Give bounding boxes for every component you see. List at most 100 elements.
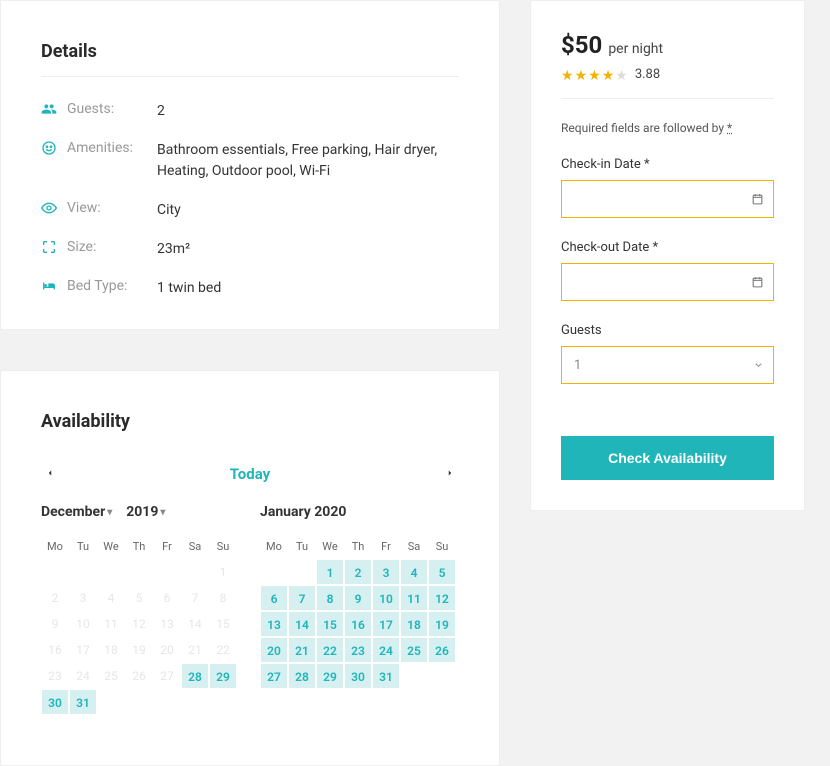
detail-row-amenities: Amenities: Bathroom essentials, Free par… <box>41 140 459 182</box>
detail-value: 2 <box>157 101 459 122</box>
per-night-label: per night <box>608 41 663 57</box>
calendar-date-available[interactable]: 14 <box>288 611 316 637</box>
calendar-date-disabled: 24 <box>69 663 97 689</box>
price: $50 <box>561 31 602 59</box>
dow-cell: Th <box>344 534 372 559</box>
calendar-date-disabled: 3 <box>69 585 97 611</box>
availability-title: Availability <box>41 411 459 432</box>
month-select[interactable]: December ▾ <box>41 504 112 520</box>
calendar-date-available[interactable]: 4 <box>400 559 428 585</box>
chevron-down-icon <box>753 360 764 371</box>
detail-row-bedtype: Bed Type: 1 twin bed <box>41 278 459 299</box>
calendar-date-disabled: 11 <box>97 611 125 637</box>
calendar-date-available[interactable]: 16 <box>344 611 372 637</box>
calendar-date-available[interactable]: 12 <box>428 585 456 611</box>
calendar-next-button[interactable] <box>441 462 459 486</box>
amenities-icon <box>41 140 61 156</box>
dow-cell: Fr <box>153 534 181 559</box>
year-select[interactable]: 2019 ▾ <box>126 504 165 520</box>
calendar-date-available[interactable]: 22 <box>316 637 344 663</box>
calendar-date-disabled: 20 <box>153 637 181 663</box>
calendar-date-disabled: 1 <box>209 559 237 585</box>
calendar-prev-button[interactable] <box>41 462 59 486</box>
calendar-date-disabled: 5 <box>125 585 153 611</box>
today-link[interactable]: Today <box>230 465 270 483</box>
calendar-date-available[interactable]: 10 <box>372 585 400 611</box>
calendar-date-available[interactable]: 2 <box>344 559 372 585</box>
dow-cell: Su <box>209 534 237 559</box>
dow-cell: Tu <box>69 534 97 559</box>
calendar-date-disabled: 18 <box>97 637 125 663</box>
calendar-date-disabled <box>69 559 97 585</box>
details-card: Details Guests: 2 Amenities: Bathroom es… <box>0 0 500 330</box>
required-note: Required fields are followed by * <box>561 121 774 135</box>
calendar-date-available[interactable]: 13 <box>260 611 288 637</box>
check-availability-button[interactable]: Check Availability <box>561 436 774 480</box>
dow-cell: Sa <box>400 534 428 559</box>
calendar-date-available[interactable]: 30 <box>41 689 69 715</box>
checkin-input[interactable] <box>561 180 774 218</box>
calendar-date-available[interactable]: 15 <box>316 611 344 637</box>
calendar-date-available[interactable]: 29 <box>316 663 344 689</box>
calendar-date-available[interactable]: 18 <box>400 611 428 637</box>
calendar-date-disabled <box>209 689 237 715</box>
dow-cell: We <box>97 534 125 559</box>
calendar-date-disabled: 8 <box>209 585 237 611</box>
calendar-date-available[interactable]: 30 <box>344 663 372 689</box>
calendar-date-available[interactable]: 9 <box>344 585 372 611</box>
checkin-label: Check-in Date * <box>561 157 774 172</box>
star-rating: ★★★★★ <box>561 65 629 84</box>
calendar-date <box>260 559 288 585</box>
calendar-date-disabled: 21 <box>181 637 209 663</box>
calendar-date-available[interactable]: 5 <box>428 559 456 585</box>
year-name: 2019 <box>126 504 158 520</box>
dow-cell: We <box>316 534 344 559</box>
calendar-date-available[interactable]: 3 <box>372 559 400 585</box>
calendar-date-disabled: 17 <box>69 637 97 663</box>
view-icon <box>41 200 61 216</box>
calendar-date-available[interactable]: 11 <box>400 585 428 611</box>
calendar-date-available[interactable]: 27 <box>260 663 288 689</box>
dow-cell: Mo <box>260 534 288 559</box>
calendar-date-disabled: 16 <box>41 637 69 663</box>
calendar-date-available[interactable]: 26 <box>428 637 456 663</box>
calendar-date-available[interactable]: 6 <box>260 585 288 611</box>
calendar-date-disabled: 12 <box>125 611 153 637</box>
checkout-input[interactable] <box>561 263 774 301</box>
calendar-date-available[interactable]: 28 <box>181 663 209 689</box>
guests-icon <box>41 101 61 117</box>
calendar-date-available[interactable]: 19 <box>428 611 456 637</box>
details-title: Details <box>41 41 459 62</box>
month-name: January 2020 <box>260 504 346 520</box>
calendar-date-disabled: 23 <box>41 663 69 689</box>
calendar-date-available[interactable]: 7 <box>288 585 316 611</box>
detail-label: Amenities: <box>67 140 157 156</box>
dow-cell: Fr <box>372 534 400 559</box>
calendar-date-available[interactable]: 23 <box>344 637 372 663</box>
guests-select[interactable]: 1 <box>561 346 774 384</box>
calendar-date-disabled <box>97 689 125 715</box>
availability-card: Availability Today December ▾ <box>0 370 500 766</box>
calendar-date-available[interactable]: 21 <box>288 637 316 663</box>
calendar-date-available[interactable]: 29 <box>209 663 237 689</box>
calendar-date-available[interactable]: 24 <box>372 637 400 663</box>
calendar-date-available[interactable]: 8 <box>316 585 344 611</box>
calendar-date-available[interactable]: 1 <box>316 559 344 585</box>
calendar-date-disabled <box>181 689 209 715</box>
calendar-date-disabled <box>153 559 181 585</box>
calendar-date-available[interactable]: 31 <box>372 663 400 689</box>
calendar-date-disabled <box>125 689 153 715</box>
booking-sidebar: $50 per night ★★★★★ 3.88 Required fields… <box>530 0 805 511</box>
calendar-date-available[interactable]: 28 <box>288 663 316 689</box>
calendar-date-disabled <box>41 559 69 585</box>
detail-label: Bed Type: <box>67 278 157 294</box>
detail-value: 23m² <box>157 239 459 260</box>
calendar-date-available[interactable]: 25 <box>400 637 428 663</box>
detail-value: Bathroom essentials, Free parking, Hair … <box>157 140 459 182</box>
calendar-date-available[interactable]: 17 <box>372 611 400 637</box>
calendar-date-available[interactable]: 31 <box>69 689 97 715</box>
bed-icon <box>41 278 61 294</box>
calendar-date-disabled: 25 <box>97 663 125 689</box>
calendar-date-disabled: 2 <box>41 585 69 611</box>
calendar-date-available[interactable]: 20 <box>260 637 288 663</box>
